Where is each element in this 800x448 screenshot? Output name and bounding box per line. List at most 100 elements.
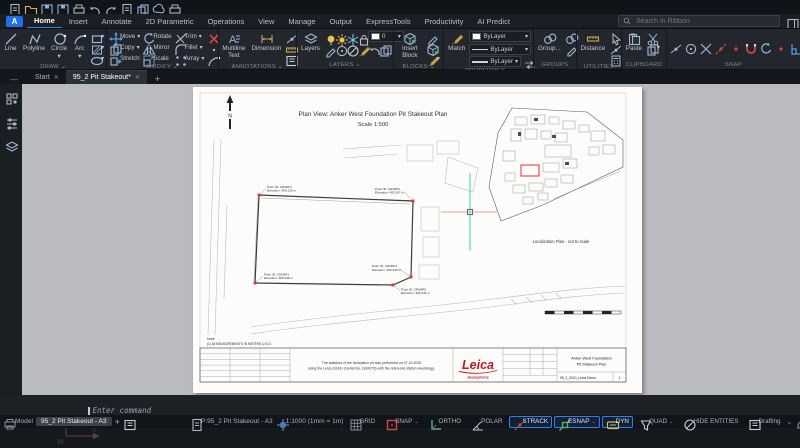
move-button[interactable]: Move▾ <box>109 31 140 41</box>
line-button[interactable]: Line <box>2 31 19 54</box>
redo-icon[interactable] <box>104 3 113 12</box>
layer-isolate-icon[interactable] <box>324 44 332 52</box>
dropdown-caret-icon[interactable]: ⌄ <box>669 419 673 425</box>
block-edit-button[interactable] <box>426 31 440 41</box>
delete-button[interactable] <box>207 31 216 41</box>
layout-tab[interactable]: 95_2 Pit Stakeout - A3 <box>36 417 112 426</box>
layer-freeze-icon[interactable] <box>346 33 354 41</box>
tab-2d-parametric[interactable]: 2D Parametric <box>139 14 201 28</box>
snap-magnet-icon[interactable] <box>744 42 753 51</box>
tab-output[interactable]: Output <box>323 14 360 28</box>
fillet-button[interactable]: Fillet▾ <box>174 42 205 52</box>
perpendicular-snap-icon[interactable] <box>789 42 798 51</box>
layers-button[interactable]: Layers <box>299 31 322 54</box>
arc-button[interactable]: Arc▾ <box>71 31 88 61</box>
command-prompt[interactable]: Enter command <box>88 406 151 415</box>
dimension-style-button[interactable] <box>285 42 294 52</box>
trim-button[interactable]: Trim▾ <box>174 31 205 41</box>
layer-thaw-icon[interactable] <box>335 33 343 41</box>
tab-annotate[interactable]: Annotate <box>95 14 139 28</box>
quick-select-button[interactable] <box>609 42 618 52</box>
scale-button[interactable]: Scale <box>142 53 171 63</box>
paste-button[interactable]: Paste <box>624 31 644 54</box>
paper-sheet[interactable]: N Plan View: Anker West Foundation Pit S… <box>193 87 642 393</box>
plot-icon[interactable] <box>72 3 81 12</box>
group-label-layers[interactable]: LAYERS ⌄ <box>299 61 391 69</box>
layer-match-icon[interactable] <box>357 44 365 52</box>
layer-states-icon[interactable] <box>379 44 387 52</box>
layer-off-icon[interactable] <box>346 44 354 52</box>
stretch-button[interactable]: Stretch <box>109 53 140 63</box>
workspace-drafting[interactable]: Drafting <box>744 416 784 428</box>
save-icon[interactable] <box>40 3 49 12</box>
layer-unisolate-icon[interactable] <box>335 44 343 52</box>
table-button[interactable] <box>285 53 294 63</box>
save-all-icon[interactable] <box>56 3 65 12</box>
new-document-icon[interactable] <box>8 3 17 12</box>
paper-space-indicator[interactable]: P:95_2 Pit Stakeout - A3 <box>190 418 273 426</box>
layer-previous-icon[interactable] <box>368 44 376 52</box>
group-button[interactable]: Group... <box>536 31 563 54</box>
toggle-grid[interactable]: GRID <box>345 416 379 428</box>
cut-button[interactable] <box>646 31 660 41</box>
copy-clip-button[interactable]: ▾ <box>646 42 660 52</box>
toggle-esnap[interactable]: ESNAP⌄ <box>554 416 600 428</box>
tab-operations[interactable]: Operations <box>201 14 252 28</box>
undo-icon[interactable] <box>88 3 97 12</box>
toggle-hide-entities[interactable]: HIDE ENTITIES <box>679 416 742 428</box>
rectangle-button[interactable]: ▾ <box>90 31 104 41</box>
match-properties-button[interactable]: Match <box>446 31 467 54</box>
select-button[interactable] <box>609 31 618 41</box>
multiline-text-button[interactable]: Multiline Text <box>220 31 247 60</box>
dropdown-caret-icon[interactable]: ⌄ <box>414 419 418 425</box>
block-attributes-button[interactable]: ▾ <box>426 53 440 63</box>
copy-icon[interactable] <box>136 3 145 12</box>
tab-ai-predict[interactable]: AI Predict <box>470 14 517 28</box>
calculator-button[interactable] <box>609 53 618 63</box>
doc-tab-start[interactable]: Start✕ <box>28 71 66 84</box>
doc-tab-pit-stakeout[interactable]: 95_2 Pit Stakeout*✕ <box>66 70 147 84</box>
viewport-scale[interactable]: 1:1000 (1mm = 1m) <box>286 418 344 425</box>
search-input[interactable] <box>634 17 775 26</box>
panel-properties-icon[interactable] <box>4 115 19 130</box>
array-button[interactable]: Array▾ <box>174 53 205 63</box>
model-tab[interactable]: Model <box>15 418 33 425</box>
circle-button[interactable]: Circle▾ <box>49 31 69 61</box>
close-icon[interactable]: ✕ <box>54 74 59 81</box>
copy-button[interactable]: Copy▾ <box>109 42 140 52</box>
cloud-upload-icon[interactable] <box>152 3 161 12</box>
toggle-dyn[interactable]: DYN <box>602 416 633 428</box>
lineweight-dropdown[interactable]: ByLayer▾ <box>469 56 521 67</box>
command-input-bar[interactable] <box>86 397 714 406</box>
notifications-bell-icon[interactable] <box>794 418 800 426</box>
layer-lock-icon[interactable] <box>357 33 365 41</box>
new-tab-icon[interactable]: + <box>147 74 168 84</box>
center-snap-icon[interactable] <box>684 42 693 51</box>
hatch-button[interactable]: ▾ <box>90 42 104 52</box>
leader-button[interactable] <box>285 31 294 41</box>
group-label-clipboard[interactable]: CLIPBOARD <box>624 61 664 69</box>
tab-view[interactable]: View <box>251 14 281 28</box>
dropdown-caret-icon[interactable]: ▾ <box>58 54 61 61</box>
toggle-quad[interactable]: QUAD⌄ <box>635 416 677 428</box>
toggle-ortho[interactable]: ORTHO <box>425 416 466 428</box>
erase-button[interactable] <box>207 42 216 52</box>
dropdown-caret-icon[interactable]: ⌄ <box>591 419 595 425</box>
dropdown-caret-icon[interactable]: ▾ <box>78 54 81 61</box>
cursor-coords-icon[interactable] <box>276 418 284 426</box>
group-label-snap[interactable]: SNAP <box>669 61 798 69</box>
tab-home[interactable]: Home <box>27 13 62 29</box>
tab-insert[interactable]: Insert <box>62 14 95 28</box>
color-dropdown[interactable]: ByLayer▾ <box>469 31 531 42</box>
etransmit-icon[interactable] <box>168 3 177 12</box>
app-menu-button[interactable]: A <box>6 16 23 27</box>
panel-toggle-icon[interactable] <box>786 17 795 26</box>
group-label-groups[interactable]: GROUPS <box>536 61 574 69</box>
endpoint-snap-icon[interactable] <box>669 42 678 51</box>
tab-manage[interactable]: Manage <box>281 14 322 28</box>
collapse-panel-icon[interactable]: — <box>0 75 28 84</box>
point-filter-icon[interactable] <box>774 42 783 51</box>
properties-swap-icon[interactable] <box>523 58 531 66</box>
polyline-button[interactable]: Polyline <box>21 31 47 54</box>
insert-block-button[interactable]: Insert Block <box>396 31 424 60</box>
